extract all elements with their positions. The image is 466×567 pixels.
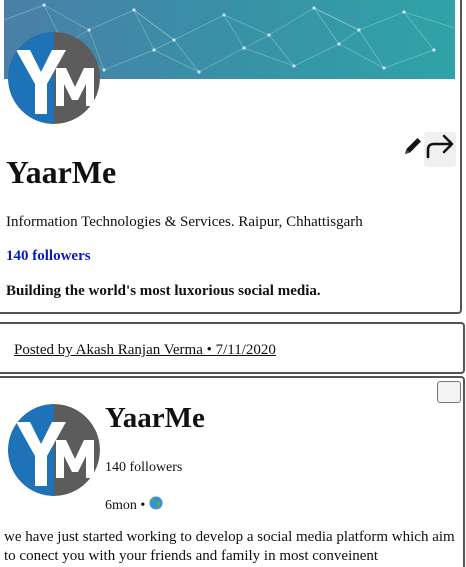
company-name: YaarMe — [6, 154, 117, 190]
company-tagline: Building the world's most luxorious soci… — [6, 283, 321, 299]
posted-by-link[interactable]: Posted by Akash Ranjan Verma • 7/11/2020 — [14, 340, 276, 360]
company-page: YaarMe Information Technologies & Servic… — [0, 0, 466, 567]
company-header-card: YaarMe Information Technologies & Servic… — [0, 0, 462, 314]
post-company-logo[interactable] — [8, 404, 100, 496]
post-company-name[interactable]: YaarMe — [105, 398, 205, 438]
post-text: we have just started working to develop … — [4, 529, 455, 564]
globe-icon — [149, 496, 163, 516]
pencil-icon[interactable] — [402, 136, 422, 163]
header-actions — [402, 132, 456, 167]
post-menu-button[interactable] — [437, 381, 461, 403]
share-arrow-icon[interactable] — [424, 132, 456, 167]
post-meta: 6mon • — [105, 496, 163, 516]
followers-link[interactable]: 140 followers — [6, 246, 91, 266]
post-age: 6mon • — [105, 498, 146, 513]
post-card: YaarMe 140 followers 6mon • we have just… — [0, 376, 465, 567]
post-followers: 140 followers — [105, 460, 183, 475]
company-industry: Information Technologies & Services. Rai… — [6, 214, 363, 230]
company-logo — [8, 32, 100, 124]
posted-by-bar: Posted by Akash Ranjan Verma • 7/11/2020 — [0, 322, 465, 374]
